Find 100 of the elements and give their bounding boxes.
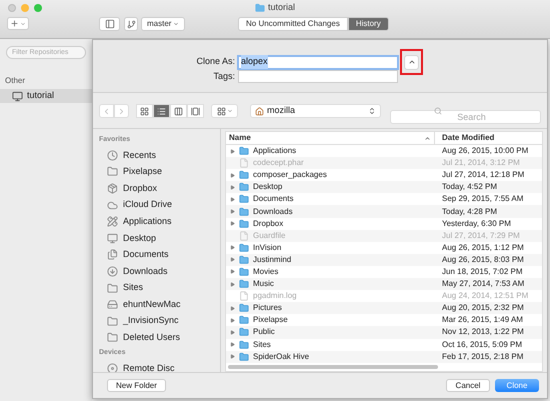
disclosure-triangle-icon <box>230 245 235 250</box>
disclosure-triangle-icon <box>230 306 235 311</box>
view-mode-button[interactable] <box>170 104 187 118</box>
file-icon <box>239 230 249 241</box>
sidebar-item[interactable]: Downloads <box>93 263 220 280</box>
file-row[interactable]: Pixelapse Mar 26, 2015, 1:49 AM <box>226 314 542 326</box>
file-name: Pictures <box>253 302 282 314</box>
file-name: Dropbox <box>253 218 284 230</box>
folder-icon <box>239 327 249 338</box>
monitor-icon <box>12 90 23 102</box>
arrange-button[interactable] <box>211 104 238 118</box>
file-name: pgadmin.log <box>253 290 297 302</box>
sidebar-item[interactable]: Recents <box>93 147 220 164</box>
file-row[interactable]: Music May 27, 2014, 7:53 AM <box>226 278 542 290</box>
file-row[interactable]: Dropbox Yesterday, 6:30 PM <box>226 218 542 230</box>
view-mode-button[interactable] <box>153 104 170 118</box>
search-field[interactable]: Search <box>390 110 541 124</box>
sidebar-item[interactable]: Sites <box>93 280 220 296</box>
plus-icon <box>10 19 19 28</box>
disclosure-triangle-icon <box>230 318 235 323</box>
sidebar-item[interactable]: ehuntNewMac <box>93 296 220 313</box>
file-name: Downloads <box>253 206 293 218</box>
date-modified: Today, 4:28 PM <box>441 206 497 218</box>
file-name: Guardfile <box>253 230 286 242</box>
segment-tab[interactable]: History <box>348 17 389 31</box>
zoom-button[interactable] <box>34 4 42 12</box>
caret-icon <box>20 20 26 26</box>
columns-icon <box>174 106 183 116</box>
file-row[interactable]: Desktop Today, 4:52 PM <box>226 181 542 194</box>
date-modified: Sep 29, 2015, 7:55 AM <box>441 193 524 206</box>
folder-icon <box>239 242 249 253</box>
folder-icon <box>107 316 118 327</box>
disclosure-triangle-icon <box>230 196 235 202</box>
location-dropdown[interactable]: mozilla <box>250 104 381 118</box>
sidebar-item[interactable]: Dropbox <box>93 180 220 197</box>
file-row[interactable]: Pictures Aug 20, 2015, 2:32 PM <box>226 302 542 314</box>
cancel-button[interactable]: Cancel <box>446 379 490 392</box>
file-name: Applications <box>253 145 296 158</box>
clone-as-field[interactable]: alopex <box>237 54 399 70</box>
folder-icon <box>239 146 249 156</box>
sidebar-item[interactable]: Deleted Users <box>93 330 220 346</box>
sidebar-item[interactable]: Desktop <box>93 230 220 247</box>
file-row[interactable]: SpiderOak Hive Feb 17, 2015, 2:18 PM <box>226 350 542 363</box>
file-row[interactable]: Sites Oct 16, 2015, 5:09 PM <box>226 338 542 351</box>
sidebar-toggle-button[interactable] <box>99 17 120 31</box>
sidebar-item[interactable]: Pixelapse <box>93 164 220 180</box>
file-name: Movies <box>253 266 278 278</box>
date-modified: Aug 20, 2015, 2:32 PM <box>441 302 524 314</box>
date-modified: Oct 16, 2015, 5:09 PM <box>441 338 522 351</box>
cloud-icon <box>107 200 118 211</box>
disclosure-triangle-icon <box>230 148 235 154</box>
file-row[interactable]: composer_packages Jul 27, 2014, 12:18 PM <box>226 169 542 182</box>
file-icon <box>239 291 249 302</box>
collapse-button[interactable] <box>405 56 418 68</box>
drive-icon <box>107 299 118 310</box>
name-column-header[interactable]: Name <box>226 132 435 144</box>
date-modified: Aug 26, 2015, 10:00 PM <box>441 145 528 158</box>
sidebar-item[interactable]: iCloud Drive <box>93 196 220 214</box>
disclosure-triangle-icon <box>230 354 235 360</box>
sidebar-item[interactable]: Documents <box>93 246 220 264</box>
branch-button[interactable] <box>124 17 138 31</box>
view-mode-button[interactable] <box>187 104 204 118</box>
folder-icon <box>239 352 249 362</box>
file-name: Public <box>253 326 275 338</box>
date-modified: Aug 26, 2015, 1:12 PM <box>441 242 524 254</box>
box-icon <box>107 182 118 194</box>
view-mode-button[interactable] <box>136 104 153 118</box>
sidebar-item[interactable]: _InvisionSync <box>93 312 220 330</box>
pencil-ruler-icon <box>107 216 118 228</box>
repository-item[interactable]: tutorial <box>0 89 92 103</box>
date-column-header[interactable]: Date Modified <box>435 132 542 144</box>
sidebar-item[interactable]: Remote Disc <box>93 360 220 372</box>
date-modified: Aug 26, 2015, 8:03 PM <box>441 254 524 266</box>
sidebar-icon <box>104 19 114 29</box>
branch-icon <box>126 20 136 28</box>
date-modified: Today, 4:52 PM <box>441 181 497 194</box>
add-button[interactable] <box>7 17 29 30</box>
folder-icon <box>239 315 249 326</box>
file-name: codecept.phar <box>253 157 304 170</box>
new-folder-button[interactable]: New Folder <box>107 379 166 392</box>
up-down-icon <box>368 107 376 115</box>
file-icon <box>239 158 249 168</box>
chevron-left-icon <box>102 106 111 116</box>
file-name: SpiderOak Hive <box>253 350 310 363</box>
file-row[interactable]: Downloads Today, 4:28 PM <box>226 205 542 218</box>
disclosure-triangle-icon <box>230 172 235 178</box>
tags-field[interactable] <box>238 70 398 84</box>
file-row[interactable]: Public Nov 12, 2013, 1:22 PM <box>226 326 542 338</box>
branch-dropdown[interactable]: master <box>141 17 186 31</box>
folder-icon <box>107 282 118 294</box>
grid-icon <box>140 106 149 116</box>
file-row[interactable]: Justinmind Aug 26, 2015, 8:03 PM <box>226 254 542 266</box>
segment-tab[interactable]: No Uncommitted Changes <box>238 17 348 31</box>
date-modified: Yesterday, 6:30 PM <box>441 218 511 230</box>
date-modified: Jun 18, 2015, 7:02 PM <box>441 266 522 278</box>
sidebar-item[interactable]: Applications <box>93 213 220 230</box>
folder-icon <box>239 182 249 192</box>
file-name: Music <box>253 278 274 290</box>
file-row[interactable]: Documents Sep 29, 2015, 7:55 AM <box>226 193 542 206</box>
clock-icon <box>107 150 118 161</box>
